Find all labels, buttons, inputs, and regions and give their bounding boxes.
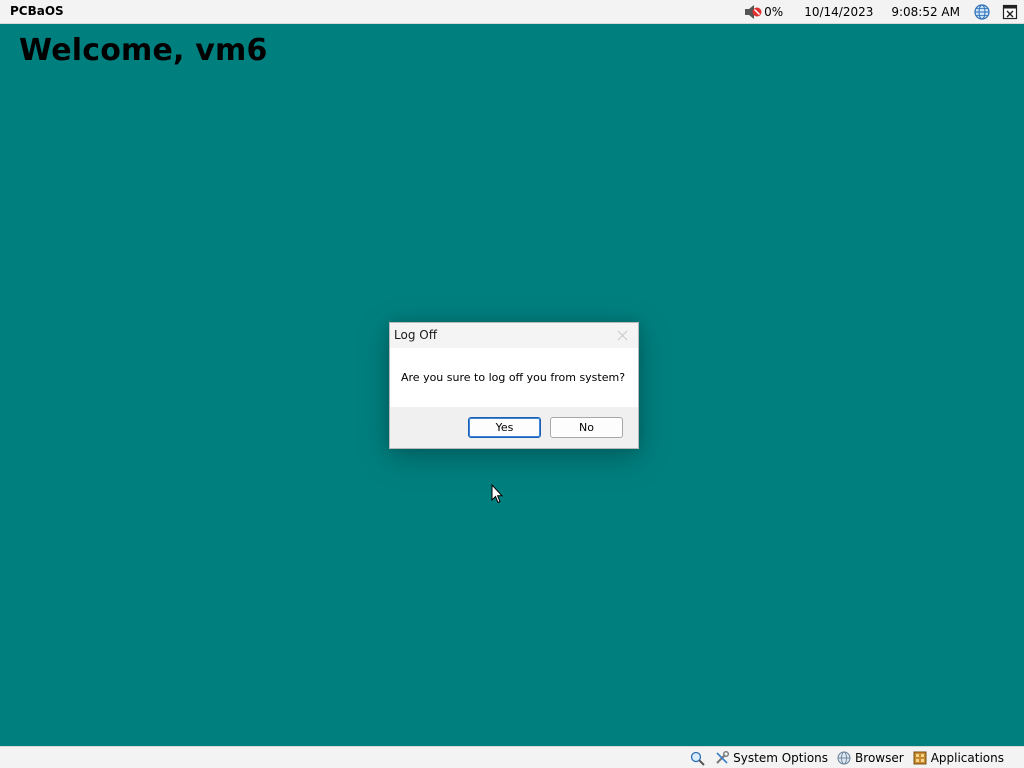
search-button[interactable] <box>690 751 705 766</box>
network-button[interactable] <box>974 0 990 24</box>
dialog-footer: Yes No <box>390 407 638 448</box>
browser-globe-icon <box>837 751 851 765</box>
browser-label: Browser <box>855 751 904 765</box>
volume-value: 0% <box>764 5 784 19</box>
applications-folder-icon <box>913 751 927 765</box>
browser-button[interactable]: Browser <box>837 751 904 765</box>
date-value: 10/14/2023 <box>804 5 874 19</box>
dialog-title: Log Off <box>394 328 437 342</box>
brand-label: PCBaOS <box>10 4 64 18</box>
no-button[interactable]: No <box>550 417 623 438</box>
date-display[interactable]: 10/14/2023 <box>804 0 873 24</box>
bottom-bar: System Options Browser Applications <box>0 746 1024 768</box>
dialog-message: Are you sure to log off you from system? <box>401 371 626 384</box>
dialog-close-button[interactable] <box>614 327 630 343</box>
welcome-heading: Welcome, vm6 <box>19 33 268 68</box>
window-button[interactable] <box>1002 0 1018 24</box>
top-bar: PCBaOS 0% 10/14/2023 9:08:52 AM <box>0 0 1024 24</box>
volume-indicator[interactable]: 0% <box>744 0 783 24</box>
time-value: 9:08:52 AM <box>891 5 960 19</box>
dialog-titlebar[interactable]: Log Off <box>390 323 638 348</box>
yes-button[interactable]: Yes <box>468 417 541 438</box>
log-off-dialog: Log Off Are you sure to log off you from… <box>389 322 639 449</box>
system-tray: 0% 10/14/2023 9:08:52 AM <box>744 0 1024 24</box>
applications-label: Applications <box>930 751 1004 765</box>
applications-button[interactable]: Applications <box>913 751 1004 765</box>
volume-muted-icon <box>745 5 762 19</box>
system-options-button[interactable]: System Options <box>715 751 828 765</box>
tools-icon <box>716 751 730 764</box>
search-icon <box>691 751 705 766</box>
close-icon <box>617 330 627 340</box>
globe-icon <box>974 4 990 20</box>
mouse-cursor-icon <box>491 484 503 504</box>
window-close-icon <box>1002 4 1018 20</box>
system-options-label: System Options <box>733 751 829 765</box>
clock-display[interactable]: 9:08:52 AM <box>891 0 960 24</box>
